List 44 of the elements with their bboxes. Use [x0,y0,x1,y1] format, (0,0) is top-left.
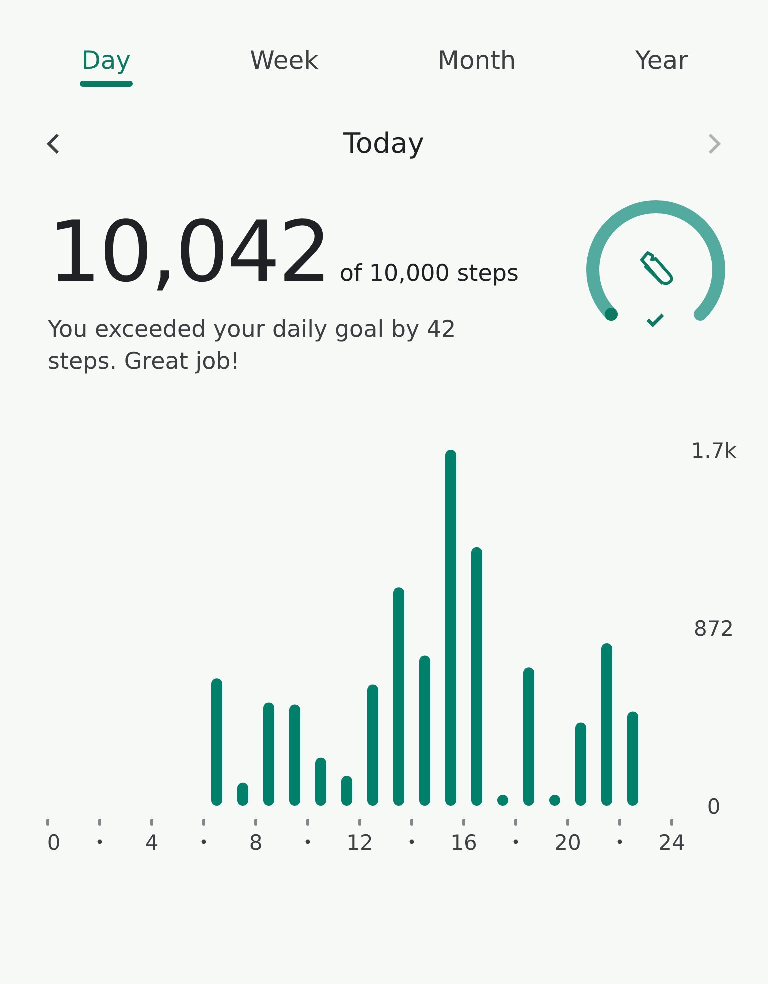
bar [316,758,326,806]
tick-dot [618,840,622,844]
x-axis-label: 8 [249,831,263,855]
tab[interactable]: Week [246,42,323,87]
start-dot [604,308,618,322]
tick-mark [514,819,518,826]
shoe-icon [640,252,674,286]
x-axis-label: 4 [145,831,159,855]
tick-mark [618,819,622,826]
tab[interactable]: Year [631,42,692,87]
bar [550,795,560,806]
goal-message: You exceeded your daily goal by 42 steps. Great job! [48,316,458,377]
tick-mark [358,819,362,826]
x-axis-label: 12 [346,831,374,855]
tick-dot [306,840,310,844]
tick-mark [150,819,154,826]
step-goal: of 10,000 steps [340,261,519,287]
tick-mark [46,819,50,826]
tab[interactable]: Month [434,42,520,87]
tick-mark [462,819,466,826]
y-axis-label: 872 [694,617,734,641]
tick-mark [98,819,102,826]
tick-dot [202,840,206,844]
tick-mark [306,819,310,826]
tick-mark [254,819,258,826]
y-axis-label: 0 [707,795,721,819]
tick-mark [202,819,206,826]
bar [498,795,508,806]
x-axis-label: 24 [658,831,686,855]
tick-mark [410,819,414,826]
tick-dot [98,840,102,844]
bar [238,782,248,806]
tick-mark [566,819,570,826]
tick-dot [514,840,518,844]
x-axis-label: 0 [47,831,61,855]
bar [342,776,352,806]
tab[interactable]: Day [78,42,135,87]
x-axis-label: 20 [554,831,582,855]
x-axis-label: 16 [450,831,478,855]
tick-mark [670,819,674,826]
period-title: Today [344,127,424,160]
step-count: 10,042 [48,210,330,294]
y-axis-label: 1.7k [691,439,737,463]
tick-dot [410,840,414,844]
